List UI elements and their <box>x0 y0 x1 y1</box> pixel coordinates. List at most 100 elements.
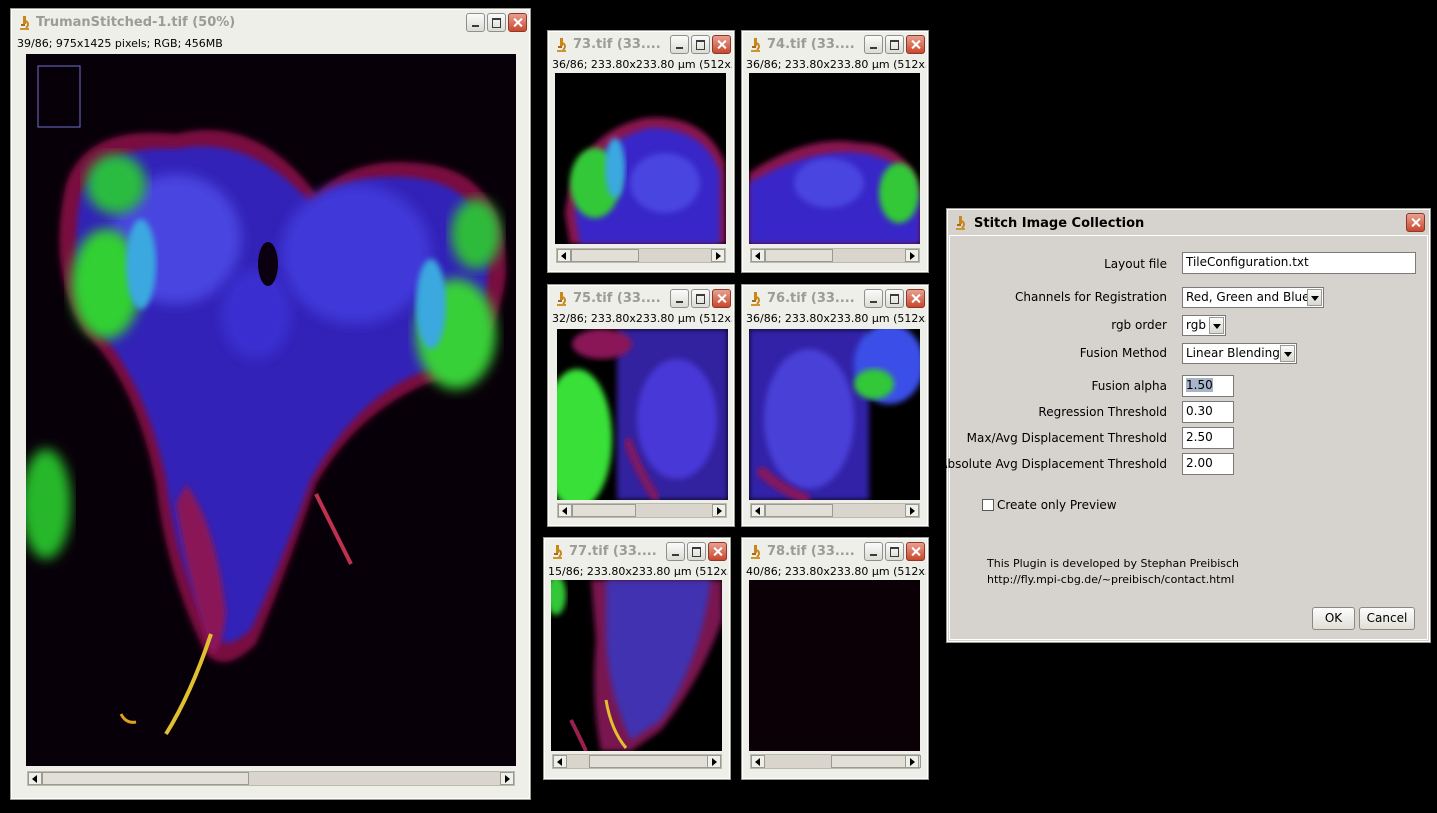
horizontal-scrollbar[interactable] <box>750 503 920 518</box>
dialog-titlebar[interactable]: Stitch Image Collection <box>950 212 1427 234</box>
channels-select[interactable]: Red, Green and Blue <box>1182 287 1324 308</box>
dialog-body: Layout file TileConfiguration.txt Channe… <box>939 235 1428 640</box>
maxavg-displacement-label: Max/Avg Displacement Threshold <box>966 431 1167 445</box>
dropdown-arrow-icon[interactable] <box>1307 289 1322 306</box>
window-titlebar[interactable]: TrumanStitched-1.tif (50%) <box>14 12 527 34</box>
create-only-preview-checkbox[interactable] <box>982 499 994 511</box>
maximize-icon[interactable] <box>885 542 904 561</box>
minimize-icon[interactable] <box>864 35 883 54</box>
imagej-microscope-icon <box>750 37 761 53</box>
window-titlebar[interactable]: 76.tif (33.... <box>745 288 925 310</box>
scroll-left-arrow-icon[interactable] <box>558 504 572 517</box>
window-titlebar[interactable]: 74.tif (33.... <box>745 34 925 56</box>
scroll-right-arrow-icon[interactable] <box>707 755 721 768</box>
close-icon[interactable] <box>906 289 925 308</box>
tile-window-78[interactable]: 78.tif (33.... 40/86; 233.80x233.80 µm (… <box>741 537 929 780</box>
close-icon[interactable] <box>1406 213 1425 232</box>
stitched-image-canvas[interactable] <box>26 54 516 766</box>
maximize-icon[interactable] <box>691 289 710 308</box>
scroll-right-arrow-icon[interactable] <box>905 249 919 262</box>
imagej-microscope-icon <box>556 37 567 53</box>
horizontal-scrollbar[interactable] <box>552 754 722 769</box>
maximize-icon[interactable] <box>885 289 904 308</box>
maximize-icon[interactable] <box>687 542 706 561</box>
absolute-avg-displacement-field[interactable]: 2.00 <box>1182 453 1234 475</box>
tile-window-75[interactable]: 75.tif (33.... 32/86; 233.80x233.80 µm (… <box>547 284 735 527</box>
close-icon[interactable] <box>712 35 731 54</box>
scroll-thumb[interactable] <box>765 249 833 262</box>
stitch-dialog[interactable]: Stitch Image Collection Layout file Tile… <box>939 208 1431 643</box>
tile-image-canvas[interactable] <box>557 329 728 500</box>
fusion-alpha-field[interactable]: 1.50 <box>1182 375 1234 397</box>
tile-image-canvas[interactable] <box>749 73 920 244</box>
horizontal-scrollbar[interactable] <box>750 248 920 263</box>
scroll-left-arrow-icon[interactable] <box>751 755 765 768</box>
scroll-left-arrow-icon[interactable] <box>751 249 765 262</box>
fusion-method-select[interactable]: Linear Blending <box>1182 343 1297 364</box>
tile-microscopy-image <box>551 580 722 751</box>
rgb-order-select[interactable]: rgb <box>1182 315 1226 336</box>
scroll-thumb[interactable] <box>42 772 249 785</box>
scroll-left-arrow-icon[interactable] <box>553 755 567 768</box>
maximize-icon[interactable] <box>487 13 506 32</box>
tile-window-76[interactable]: 76.tif (33.... 36/86; 233.80x233.80 µm (… <box>741 284 929 527</box>
fusion-method-label: Fusion Method <box>1079 346 1167 360</box>
horizontal-scrollbar[interactable] <box>557 503 727 518</box>
scroll-thumb[interactable] <box>571 249 639 262</box>
regression-threshold-field[interactable]: 0.30 <box>1182 401 1234 423</box>
tile-window-74[interactable]: 74.tif (33.... 36/86; 233.80x233.80 µm (… <box>741 30 929 273</box>
tile-image-canvas[interactable] <box>551 580 722 751</box>
stitched-image-window[interactable]: TrumanStitched-1.tif (50%) 39/86; 975x14… <box>10 8 531 800</box>
close-icon[interactable] <box>712 289 731 308</box>
cancel-button[interactable]: Cancel <box>1359 607 1415 630</box>
tile-image-canvas[interactable] <box>749 580 920 751</box>
dropdown-arrow-icon[interactable] <box>1280 345 1295 362</box>
tile-window-73[interactable]: 73.tif (33.... 36/86; 233.80x233.80 µm (… <box>547 30 735 273</box>
horizontal-scrollbar[interactable] <box>556 248 726 263</box>
window-titlebar[interactable]: 78.tif (33.... <box>745 541 925 563</box>
tile-window-77[interactable]: 77.tif (33.... 15/86; 233.80x233.80 µm (… <box>543 537 731 780</box>
window-titlebar[interactable]: 75.tif (33.... <box>551 288 731 310</box>
ok-button[interactable]: OK <box>1312 607 1355 630</box>
fusion-alpha-label: Fusion alpha <box>1091 379 1167 393</box>
image-info: 36/86; 233.80x233.80 µm (512x5 <box>552 58 732 71</box>
scroll-right-arrow-icon[interactable] <box>712 504 726 517</box>
scroll-thumb[interactable] <box>572 504 636 517</box>
horizontal-scrollbar[interactable] <box>27 771 515 786</box>
scroll-left-arrow-icon[interactable] <box>557 249 571 262</box>
tile-microscopy-image <box>565 117 726 244</box>
minimize-icon[interactable] <box>864 542 883 561</box>
image-info: 40/86; 233.80x233.80 µm (512x5 <box>746 565 926 578</box>
scroll-thumb[interactable] <box>589 755 710 768</box>
minimize-icon[interactable] <box>670 289 689 308</box>
scroll-right-arrow-icon[interactable] <box>711 249 725 262</box>
scroll-left-arrow-icon[interactable] <box>751 504 765 517</box>
minimize-icon[interactable] <box>666 542 685 561</box>
maximize-icon[interactable] <box>885 35 904 54</box>
tile-microscopy-image <box>557 329 728 500</box>
close-icon[interactable] <box>906 35 925 54</box>
tile-image-canvas[interactable] <box>555 73 726 244</box>
minimize-icon[interactable] <box>864 289 883 308</box>
maximize-icon[interactable] <box>691 35 710 54</box>
window-title: 78.tif (33.... <box>767 544 855 559</box>
close-icon[interactable] <box>708 542 727 561</box>
window-title: 75.tif (33.... <box>573 291 661 306</box>
tile-image-canvas[interactable] <box>749 329 920 500</box>
scroll-right-arrow-icon[interactable] <box>905 504 919 517</box>
close-icon[interactable] <box>906 542 925 561</box>
scroll-right-arrow-icon[interactable] <box>905 755 919 768</box>
maxavg-displacement-field[interactable]: 2.50 <box>1182 427 1234 449</box>
minimize-icon[interactable] <box>670 35 689 54</box>
layout-file-field[interactable]: TileConfiguration.txt <box>1182 252 1416 274</box>
rgb-order-select-value: rgb <box>1186 318 1206 332</box>
window-titlebar[interactable]: 73.tif (33.... <box>551 34 731 56</box>
dropdown-arrow-icon[interactable] <box>1209 317 1224 334</box>
scroll-thumb[interactable] <box>765 504 833 517</box>
scroll-left-arrow-icon[interactable] <box>28 772 42 785</box>
minimize-icon[interactable] <box>466 13 485 32</box>
scroll-right-arrow-icon[interactable] <box>500 772 514 785</box>
close-icon[interactable] <box>508 13 527 32</box>
window-titlebar[interactable]: 77.tif (33.... <box>547 541 727 563</box>
horizontal-scrollbar[interactable] <box>750 754 921 769</box>
